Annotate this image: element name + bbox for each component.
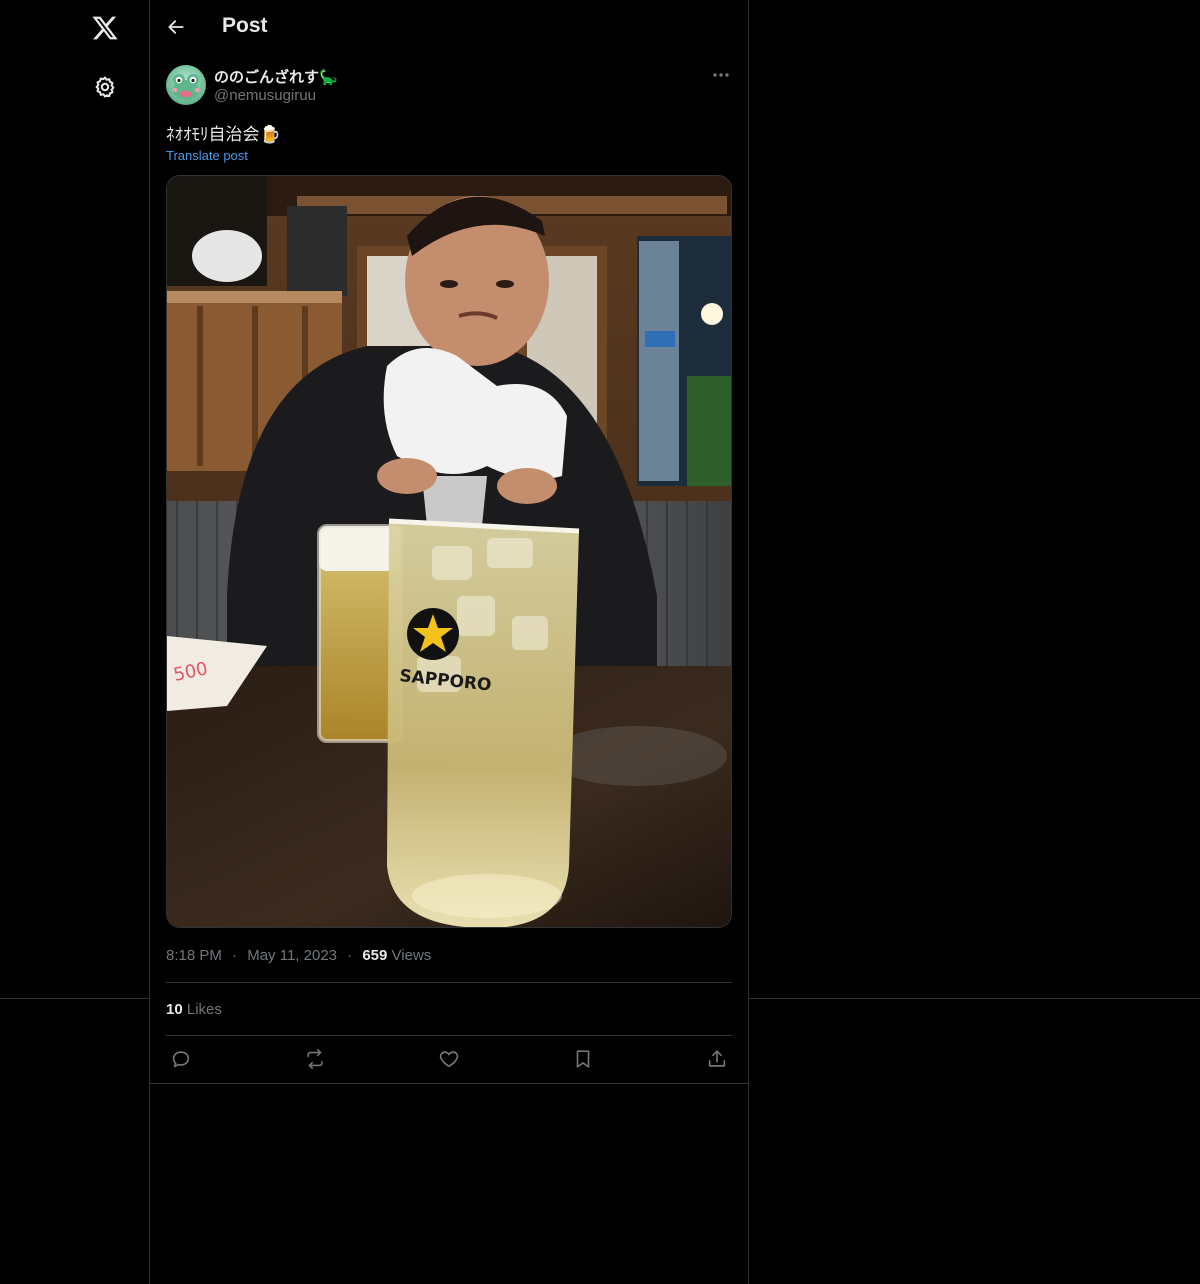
post-text: ﾈｵｵﾓﾘ自治会🍺 bbox=[166, 125, 281, 144]
views-label: Views bbox=[391, 947, 432, 964]
arrow-left-icon bbox=[168, 20, 184, 34]
gear-icon bbox=[95, 76, 115, 98]
avatar[interactable] bbox=[166, 65, 206, 105]
author-handle[interactable]: @nemusugiruu bbox=[214, 87, 316, 104]
repost-icon bbox=[307, 1049, 323, 1069]
likes-label: Likes bbox=[186, 1001, 222, 1018]
like-button[interactable] bbox=[434, 1045, 464, 1073]
meta-separator: · bbox=[347, 947, 353, 964]
views-count: 659 bbox=[362, 947, 388, 964]
left-rule bbox=[0, 998, 150, 999]
heart-icon bbox=[439, 1051, 459, 1068]
photo-illustration: 500 SAPPORO bbox=[167, 176, 731, 927]
more-horizontal-icon bbox=[713, 73, 729, 77]
stats-divider bbox=[166, 1035, 732, 1036]
actions-divider bbox=[150, 1083, 748, 1084]
avatar-frog-icon bbox=[172, 74, 200, 100]
likes-count: 10 bbox=[166, 1001, 183, 1018]
share-button[interactable] bbox=[702, 1045, 732, 1073]
post-author: ののごんざれす🦕 @nemusugiruu bbox=[166, 62, 732, 108]
reply-button[interactable] bbox=[166, 1045, 196, 1073]
home-logo-button[interactable] bbox=[81, 4, 129, 52]
post-media-photo[interactable]: 500 SAPPORO bbox=[166, 175, 732, 928]
left-nav bbox=[0, 0, 150, 1284]
meta-separator: · bbox=[232, 947, 238, 964]
more-options-button[interactable] bbox=[710, 64, 732, 86]
post-time[interactable]: 8:18 PM bbox=[166, 947, 222, 964]
top-bar: Post bbox=[150, 0, 748, 54]
main-column: Post ののごんざれす🦕 @nemusugiruu ﾈｵｵﾓﾘ自治会🍺 Tra… bbox=[150, 0, 749, 1284]
author-display-name[interactable]: ののごんざれす🦕 bbox=[214, 66, 338, 87]
post-date[interactable]: May 11, 2023 bbox=[247, 947, 337, 964]
bookmark-button[interactable] bbox=[568, 1045, 598, 1073]
share-icon bbox=[708, 1050, 726, 1067]
app-root: Post ののごんざれす🦕 @nemusugiruu ﾈｵｵﾓﾘ自治会🍺 Tra… bbox=[0, 0, 1200, 1284]
post-meta: 8:18 PM · May 11, 2023 · 659 Views bbox=[166, 947, 431, 964]
post: ののごんざれす🦕 @nemusugiruu ﾈｵｵﾓﾘ自治会🍺 Translat… bbox=[166, 62, 732, 964]
likes-summary[interactable]: 10 Likes bbox=[166, 1001, 222, 1018]
translate-post-link[interactable]: Translate post bbox=[166, 148, 248, 163]
x-logo-icon bbox=[92, 16, 118, 40]
repost-button[interactable] bbox=[300, 1045, 330, 1073]
right-rule bbox=[749, 998, 1200, 999]
reply-icon bbox=[172, 1051, 190, 1068]
settings-button[interactable] bbox=[81, 63, 129, 111]
meta-divider bbox=[166, 982, 732, 983]
back-button[interactable] bbox=[160, 11, 192, 43]
page-title: Post bbox=[222, 14, 268, 37]
bookmark-icon bbox=[576, 1050, 590, 1068]
post-actions bbox=[166, 1045, 732, 1073]
